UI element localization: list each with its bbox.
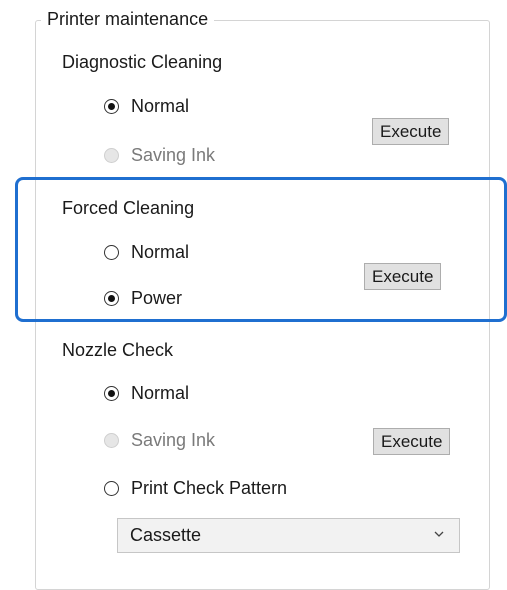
radio-label: Normal [131, 96, 190, 116]
diagnostic-saving-ink-radio[interactable]: Saving Ink [104, 143, 215, 167]
radio-label: Saving Ink [131, 430, 216, 450]
radio-unchecked-icon [104, 244, 119, 260]
nozzle-execute-button[interactable]: Execute [373, 428, 451, 455]
diagnostic-cleaning-title: Diagnostic Cleaning [62, 52, 223, 72]
forced-power-radio[interactable]: Power [104, 286, 182, 310]
radio-checked-icon [104, 290, 119, 306]
forced-normal-radio[interactable]: Normal [104, 240, 189, 264]
group-title: Printer maintenance [41, 6, 215, 32]
radio-unchecked-icon [104, 480, 119, 496]
select-value: Cassette [130, 525, 202, 545]
radio-label: Saving Ink [131, 145, 216, 165]
nozzle-print-check-pattern-radio[interactable]: Print Check Pattern [104, 476, 287, 500]
nozzle-normal-radio[interactable]: Normal [104, 381, 189, 405]
radio-label: Normal [131, 383, 190, 403]
radio-label: Power [131, 288, 183, 308]
paper-source-select[interactable]: Cassette [117, 518, 460, 553]
chevron-down-icon [434, 531, 444, 537]
nozzle-check-title: Nozzle Check [62, 340, 174, 360]
diagnostic-normal-radio[interactable]: Normal [104, 94, 189, 118]
radio-checked-icon [104, 98, 119, 114]
forced-execute-button[interactable]: Execute [364, 263, 442, 290]
forced-cleaning-title: Forced Cleaning [62, 198, 195, 218]
radio-label: Normal [131, 242, 190, 262]
diagnostic-execute-button[interactable]: Execute [372, 118, 450, 145]
radio-disabled-icon [104, 147, 119, 163]
nozzle-saving-ink-radio[interactable]: Saving Ink [104, 428, 215, 452]
radio-checked-icon [104, 385, 119, 401]
radio-label: Print Check Pattern [131, 478, 288, 498]
radio-disabled-icon [104, 432, 119, 448]
